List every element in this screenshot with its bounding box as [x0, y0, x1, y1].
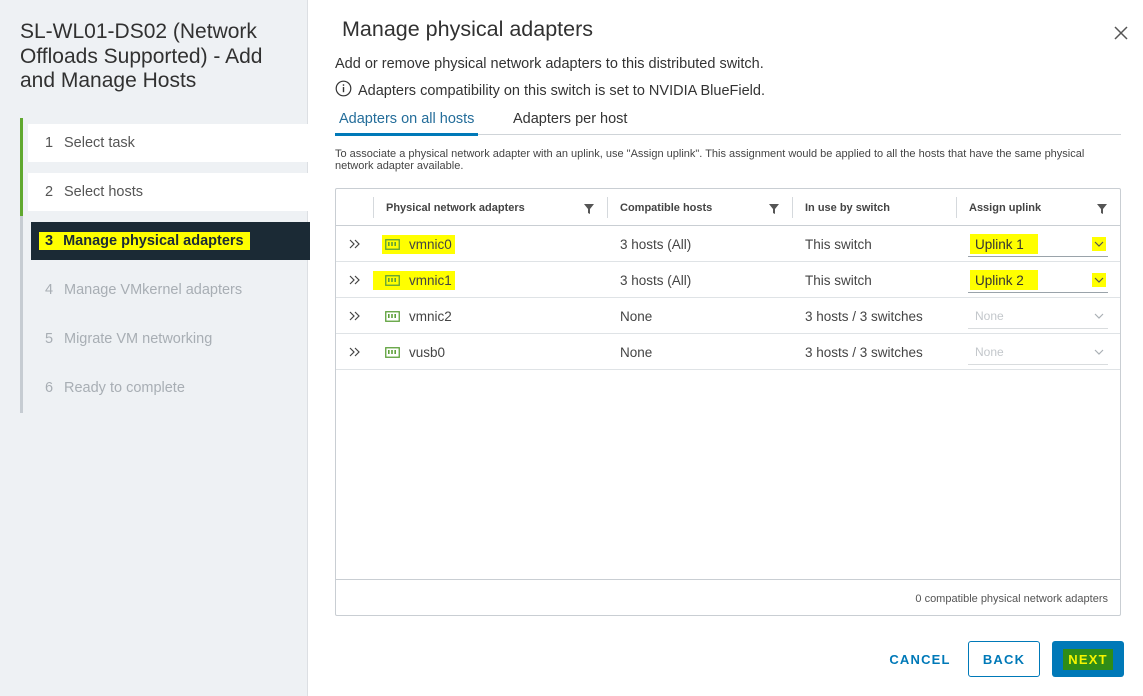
in-use-cell: 3 hosts / 3 switches — [805, 308, 923, 324]
step-manage-vmkernel-adapters: 4 Manage VMkernel adapters — [28, 271, 311, 309]
step-label: Select task — [64, 135, 135, 151]
physical-adapters-grid: Physical network adapters Compatible hos… — [335, 188, 1121, 616]
page-subtitle: Add or remove physical network adapters … — [335, 56, 764, 72]
double-chevron-right-icon[interactable] — [348, 237, 362, 251]
step-highlight: 3 Manage physical adapters — [39, 232, 250, 250]
adapter-cell: vmnic1 — [373, 262, 455, 298]
info-icon — [335, 80, 358, 101]
table-row: vmnic2 None 3 hosts / 3 switches None — [336, 298, 1120, 334]
assign-uplink-select[interactable]: Uplink 2 — [968, 269, 1108, 293]
chevron-down-icon — [1092, 345, 1106, 359]
cancel-button[interactable]: CANCEL — [882, 641, 958, 677]
column-separator — [956, 197, 957, 218]
column-header-assign-uplink[interactable]: Assign uplink — [969, 189, 1041, 226]
close-icon[interactable] — [1112, 24, 1130, 42]
adapter-wrap: vusb0 — [382, 343, 448, 362]
adapter-highlight: vmnic0 — [382, 234, 455, 254]
step-migrate-vm-networking: 5 Migrate VM networking — [28, 320, 311, 358]
column-header-in-use-by-switch[interactable]: In use by switch — [805, 189, 890, 226]
adapter-tabs: Adapters on all hosts Adapters per host — [334, 104, 1121, 136]
compatibility-note: Adapters compatibility on this switch is… — [335, 80, 765, 101]
compatible-adapter-count: 0 compatible physical network adapters — [915, 593, 1108, 605]
step-number: 6 — [45, 380, 54, 396]
adapter-cell: vusb0 — [382, 334, 448, 370]
compatible-hosts-cell: None — [620, 344, 653, 360]
adapter-name: vusb0 — [409, 344, 446, 360]
double-chevron-right-icon[interactable] — [348, 345, 362, 359]
page-title: Manage physical adapters — [342, 17, 593, 41]
step-label: Manage physical adapters — [63, 233, 244, 249]
compatible-hosts-cell: 3 hosts (All) — [620, 272, 692, 288]
network-adapter-icon — [385, 310, 400, 322]
chevron-down-icon — [1092, 309, 1106, 323]
adapter-cell: vmnic0 — [382, 226, 455, 262]
back-button[interactable]: BACK — [968, 641, 1040, 677]
in-use-cell: This switch — [805, 272, 872, 288]
uplink-value: Uplink 1 — [970, 234, 1038, 254]
network-adapter-icon — [385, 238, 400, 250]
chevron-down-icon[interactable] — [1092, 237, 1106, 251]
step-select-hosts[interactable]: 2 Select hosts — [28, 173, 311, 211]
compatible-hosts-cell: None — [620, 308, 653, 324]
table-row: vmnic0 3 hosts (All) This switch Uplink … — [336, 226, 1120, 262]
filter-icon[interactable] — [1097, 204, 1107, 214]
wizard-title: SL-WL01-DS02 (Network Offloads Supported… — [20, 20, 263, 92]
adapter-name: vmnic1 — [409, 272, 452, 288]
network-adapter-icon — [385, 274, 400, 286]
table-row: vusb0 None 3 hosts / 3 switches None — [336, 334, 1120, 370]
adapter-cell: vmnic2 — [382, 298, 455, 334]
column-separator — [373, 197, 374, 218]
step-label: Migrate VM networking — [64, 331, 213, 347]
wizard-sidebar: SL-WL01-DS02 (Network Offloads Supported… — [0, 0, 311, 696]
grid-footer: 0 compatible physical network adapters — [336, 579, 1120, 616]
uplink-value: None — [975, 345, 1004, 359]
assign-uplink-select: None — [968, 305, 1108, 329]
assign-uplink-select: None — [968, 341, 1108, 365]
step-number: 3 — [45, 233, 54, 249]
tab-adapters-on-all-hosts[interactable]: Adapters on all hosts — [334, 111, 479, 136]
uplink-value: None — [975, 309, 1004, 323]
in-use-cell: This switch — [805, 236, 872, 252]
step-ready-to-complete: 6 Ready to complete — [28, 369, 311, 407]
double-chevron-right-icon[interactable] — [348, 309, 362, 323]
adapter-name: vmnic2 — [409, 308, 452, 324]
step-manage-physical-adapters[interactable]: 3 Manage physical adapters — [31, 222, 310, 260]
tab-adapters-per-host[interactable]: Adapters per host — [513, 111, 627, 135]
step-number: 1 — [45, 135, 54, 151]
in-use-cell: 3 hosts / 3 switches — [805, 344, 923, 360]
adapter-highlight: vmnic1 — [373, 270, 455, 290]
filter-icon[interactable] — [584, 204, 594, 214]
step-number: 4 — [45, 282, 54, 298]
column-separator — [792, 197, 793, 218]
assign-uplink-help: To associate a physical network adapter … — [335, 148, 1085, 172]
adapter-name: vmnic0 — [409, 236, 452, 252]
step-label: Ready to complete — [64, 380, 185, 396]
wizard-main: Manage physical adapters Add or remove p… — [308, 0, 1143, 696]
grid-header: Physical network adapters Compatible hos… — [336, 189, 1120, 226]
filter-icon[interactable] — [769, 204, 779, 214]
wizard-steps: 1 Select task 2 Select hosts 3 Manage phy… — [20, 118, 311, 413]
step-label: Select hosts — [64, 184, 143, 200]
step-number: 2 — [45, 184, 54, 200]
adapter-wrap: vmnic2 — [382, 307, 455, 326]
compatible-hosts-cell: 3 hosts (All) — [620, 236, 692, 252]
column-header-compatible-hosts[interactable]: Compatible hosts — [620, 189, 712, 226]
table-row: vmnic1 3 hosts (All) This switch Uplink … — [336, 262, 1120, 298]
step-label: Manage VMkernel adapters — [64, 282, 243, 298]
next-button-label: NEXT — [1063, 648, 1113, 670]
assign-uplink-select[interactable]: Uplink 1 — [968, 233, 1108, 257]
chevron-down-icon[interactable] — [1092, 273, 1106, 287]
step-select-task[interactable]: 1 Select task — [28, 124, 311, 162]
column-header-physical-adapters[interactable]: Physical network adapters — [386, 189, 525, 226]
steps-progress-rail — [20, 118, 23, 216]
next-button[interactable]: NEXT — [1052, 641, 1124, 677]
step-number: 5 — [45, 331, 54, 347]
column-separator — [607, 197, 608, 218]
network-adapter-icon — [385, 346, 400, 358]
double-chevron-right-icon[interactable] — [348, 273, 362, 287]
compatibility-text: Adapters compatibility on this switch is… — [358, 82, 765, 99]
uplink-value: Uplink 2 — [970, 270, 1038, 290]
